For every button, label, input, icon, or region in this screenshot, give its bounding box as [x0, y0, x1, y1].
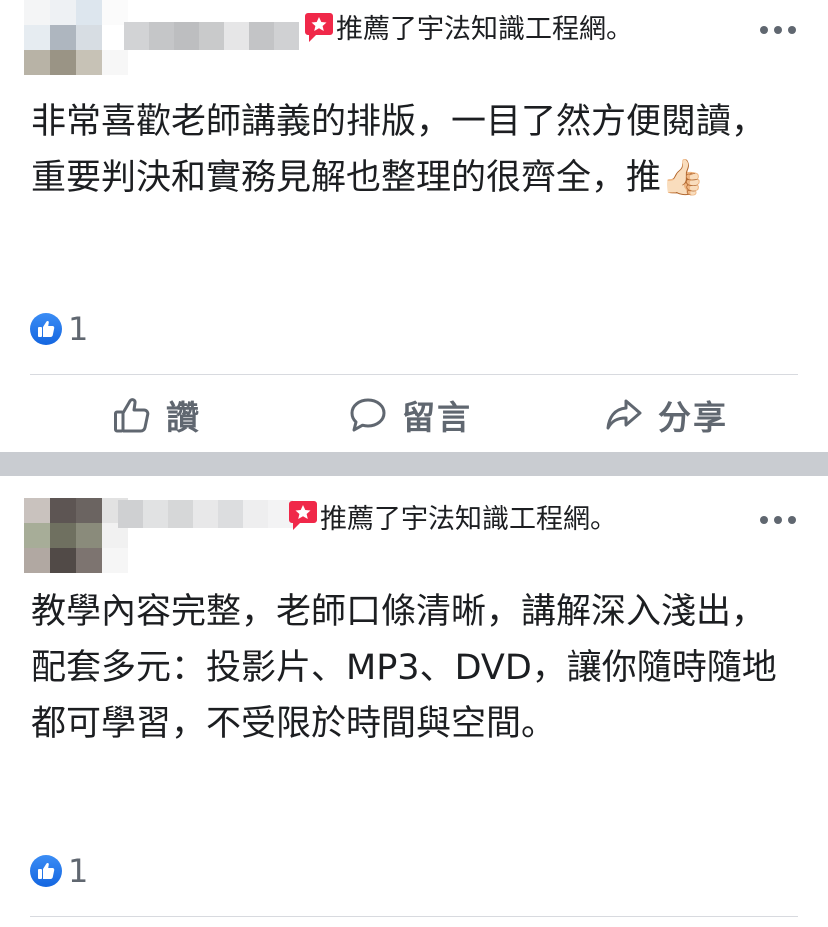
like-count: 1: [68, 310, 89, 348]
recommend-text[interactable]: 推薦了宇法知識工程網。: [336, 12, 633, 48]
recommend-text[interactable]: 推薦了宇法知識工程網。: [320, 502, 617, 538]
more-options-icon[interactable]: [760, 20, 796, 40]
action-bar: 讚 留言 分享: [30, 376, 798, 454]
share-button-label: 分享: [658, 398, 728, 437]
divider: [30, 916, 798, 917]
author-name[interactable]: [118, 500, 293, 528]
speech-bubble-icon: [350, 398, 386, 432]
post-header: 推薦了宇法知識工程網。: [0, 476, 828, 573]
like-count: 1: [68, 852, 89, 890]
post-header: 推薦了宇法知識工程網。: [0, 0, 828, 76]
like-button-label: 讚: [166, 398, 201, 437]
like-reaction-icon: [30, 313, 62, 345]
avatar[interactable]: [24, 0, 128, 76]
avatar[interactable]: [24, 498, 128, 574]
comment-button-label: 留言: [402, 398, 472, 437]
reaction-summary[interactable]: 1: [30, 851, 88, 891]
post-body: 非常喜歡老師講義的排版，一目了然方便閱讀，重要判決和實務見解也整理的很齊全，推👍…: [31, 102, 767, 198]
like-reaction-icon: [30, 855, 62, 887]
share-arrow-icon: [606, 399, 642, 430]
share-button[interactable]: 分享: [604, 376, 728, 454]
post-body: 教學內容完整，老師口條清晰，講解深入淺出，配套多元：投影片、MP3、DVD，讓你…: [31, 592, 777, 744]
feed-separator: [0, 452, 828, 476]
recommend-star-icon: [305, 13, 333, 42]
recommendation-post-2: 推薦了宇法知識工程網。 教學內容完整，老師口條清晰，講解深入淺出，配套多元：投影…: [0, 476, 828, 927]
divider: [30, 374, 798, 375]
reaction-summary[interactable]: 1: [30, 309, 88, 349]
recommendation-post-1: 推薦了宇法知識工程網。 非常喜歡老師講義的排版，一目了然方便閱讀，重要判決和實務…: [0, 0, 828, 452]
like-button[interactable]: 讚: [112, 376, 201, 454]
author-name[interactable]: [124, 22, 300, 50]
comment-button[interactable]: 留言: [348, 376, 472, 454]
recommend-star-icon: [289, 501, 317, 530]
more-options-icon[interactable]: [760, 510, 796, 530]
thumbs-up-outline-icon: [114, 398, 150, 433]
